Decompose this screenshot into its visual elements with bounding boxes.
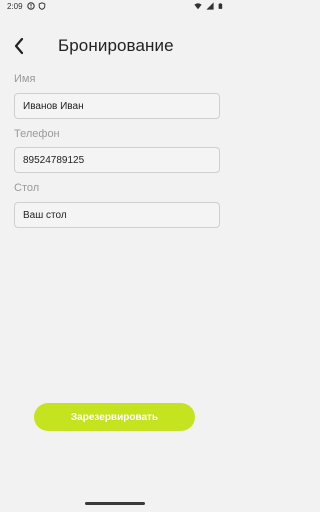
app-header: Бронирование [0,30,230,64]
phone-field-box[interactable] [14,147,220,173]
phone-label: Телефон [14,128,60,140]
table-field-box[interactable] [14,202,220,228]
shield-icon [38,2,46,10]
phone-input[interactable] [23,148,213,172]
signal-icon [206,2,214,10]
status-left-icons [27,2,46,10]
name-input[interactable] [23,94,213,118]
name-field-box[interactable] [14,93,220,119]
page-title: Бронирование [58,36,174,55]
name-label: Имя [14,73,36,85]
battery-icon [218,3,223,9]
home-gesture-handle[interactable] [85,502,145,505]
back-arrow-icon[interactable] [10,36,30,56]
table-label: Стол [14,182,40,194]
status-time: 2:09 [7,2,23,11]
reserve-button[interactable]: Зарезервировать [34,403,195,431]
system-nav-bar [0,496,230,512]
table-input[interactable] [23,203,213,227]
status-bar: 2:09 [0,0,230,14]
wifi-icon [194,3,202,10]
status-right-icons [194,2,224,10]
alert-circle-icon [27,2,35,10]
